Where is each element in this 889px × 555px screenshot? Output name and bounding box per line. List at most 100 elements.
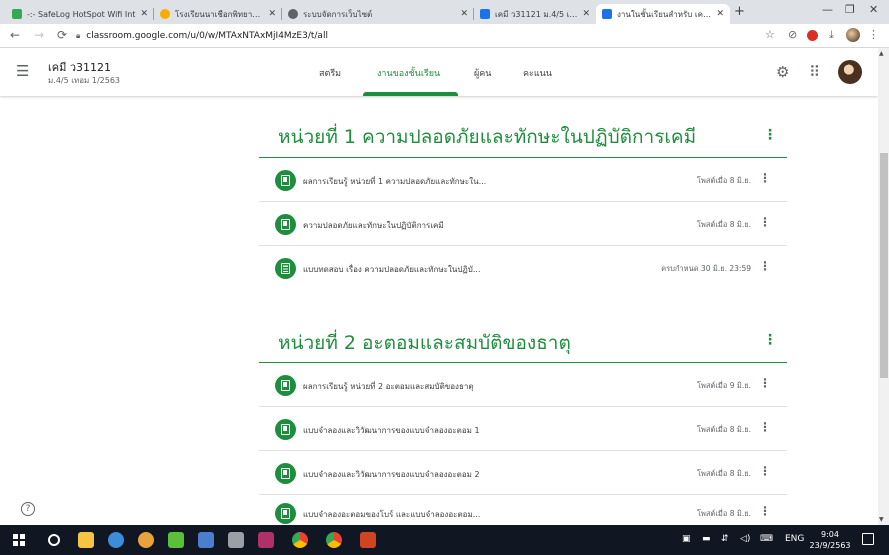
account-avatar[interactable] bbox=[838, 60, 862, 84]
keyboard-icon[interactable]: ⌨ bbox=[760, 534, 773, 544]
item-title: แบบจำลองและวิวัฒนาการของแบบจำลองอะตอม 1 bbox=[303, 426, 480, 435]
app-icon[interactable] bbox=[258, 532, 274, 548]
scroll-up-arrow-icon[interactable]: ▲ bbox=[879, 50, 884, 57]
browser-menu-icon[interactable]: ⋮ bbox=[868, 28, 879, 41]
extension-icon[interactable]: ⊘ bbox=[788, 28, 797, 41]
class-settings-gear-icon[interactable]: ⚙ bbox=[776, 63, 789, 81]
browser-tab-strip: -:- SafeLog HotSpot Wifi Int ✕ โรงเรียนน… bbox=[0, 0, 889, 24]
item-title: ผลการเรียนรู้ หน่วยที่ 2 อะตอมและสมบัติข… bbox=[303, 382, 474, 391]
material-icon bbox=[275, 214, 296, 235]
class-subtitle: ม.4/5 เทอม 1/2563 bbox=[48, 76, 121, 85]
material-icon bbox=[275, 463, 296, 484]
classwork-item[interactable]: ผลการเรียนรู้ หน่วยที่ 2 อะตอมและสมบัติข… bbox=[259, 363, 787, 407]
item-more-icon[interactable]: ⋮ bbox=[759, 215, 771, 229]
classwork-item[interactable]: แบบจำลองอะตอมของโบร์ และแบบจำลองอะตอม...… bbox=[259, 491, 787, 525]
powerpoint-icon[interactable] bbox=[360, 532, 376, 548]
item-title: แบบจำลองอะตอมของโบร์ และแบบจำลองอะตอม... bbox=[303, 510, 481, 519]
file-explorer-icon[interactable] bbox=[78, 532, 94, 548]
clock-date: 23/9/2563 bbox=[809, 541, 851, 550]
material-icon bbox=[275, 375, 296, 396]
tab-classwork[interactable]: งานของชั้นเรียน bbox=[377, 66, 440, 80]
item-more-icon[interactable]: ⋮ bbox=[759, 504, 771, 518]
browser-tab[interactable]: โรงเรียนนาเชือกพิทยาสรรค์ ✕ bbox=[154, 4, 282, 24]
browser-profile-avatar[interactable] bbox=[846, 28, 860, 42]
quiz-icon bbox=[275, 258, 296, 279]
volume-icon[interactable]: ◁) bbox=[740, 534, 750, 544]
notification-center-icon[interactable] bbox=[862, 533, 874, 545]
search-icon[interactable] bbox=[48, 534, 60, 546]
adblock-extension-icon[interactable] bbox=[807, 30, 818, 41]
new-tab-button[interactable]: + bbox=[734, 4, 745, 19]
windows-taskbar: ▣ ▬ ⇵ ◁) ⌨ ENG 9:04 23/9/2563 bbox=[0, 525, 889, 555]
back-icon[interactable]: ← bbox=[10, 28, 20, 42]
language-indicator[interactable]: ENG bbox=[785, 534, 804, 544]
item-more-icon[interactable]: ⋮ bbox=[759, 259, 771, 273]
tab-favicon bbox=[288, 9, 298, 19]
system-clock[interactable]: 9:04 23/9/2563 bbox=[808, 529, 852, 551]
classwork-item[interactable]: แบบทดสอบ เรื่อง ความปลอดภัยและทักษะในปฏิ… bbox=[259, 246, 787, 290]
chrome-icon[interactable] bbox=[292, 532, 308, 548]
address-bar[interactable]: 🔒︎ classroom.google.com/u/0/w/MTAxNTAxMj… bbox=[76, 27, 766, 45]
tab-grades[interactable]: คะแนน bbox=[523, 66, 552, 80]
tab-people[interactable]: ผู้คน bbox=[474, 66, 491, 80]
close-icon[interactable]: ✕ bbox=[716, 9, 724, 19]
classwork-item[interactable]: แบบจำลองและวิวัฒนาการของแบบจำลองอะตอม 1 … bbox=[259, 407, 787, 451]
close-window-icon[interactable]: ✕ bbox=[869, 3, 878, 16]
restore-icon[interactable]: ❐ bbox=[845, 3, 855, 16]
windows-start-icon[interactable] bbox=[13, 534, 25, 546]
topic-more-icon[interactable]: ⋮ bbox=[763, 127, 777, 143]
browser-tab-active[interactable]: งานในชั้นเรียนสำหรับ เคมี ว311 ✕ bbox=[596, 4, 730, 24]
topic-title: หน่วยที่ 1 ความปลอดภัยและทักษะในปฏิบัติก… bbox=[278, 126, 697, 148]
app-icon[interactable] bbox=[228, 532, 244, 548]
item-more-icon[interactable]: ⋮ bbox=[759, 464, 771, 478]
topic-more-icon[interactable]: ⋮ bbox=[763, 332, 777, 348]
tab-title: งานในชั้นเรียนสำหรับ เคมี ว311 bbox=[617, 9, 712, 19]
classwork-item[interactable]: ผลการเรียนรู้ หน่วยที่ 1 ความปลอดภัยและท… bbox=[259, 158, 787, 202]
tab-stream[interactable]: สตรีม bbox=[319, 66, 341, 80]
item-posted-date: โพสต์เมื่อ 8 มิ.ย. bbox=[696, 469, 751, 478]
close-icon[interactable]: ✕ bbox=[582, 9, 590, 19]
forward-icon[interactable]: → bbox=[34, 28, 44, 42]
browser-tab[interactable]: เคมี ว31121 ม.4/5 เทอม 1/25 ✕ bbox=[474, 4, 596, 24]
close-icon[interactable]: ✕ bbox=[460, 9, 468, 19]
main-menu-icon[interactable]: ☰ bbox=[16, 62, 29, 80]
app-icon[interactable] bbox=[108, 532, 124, 548]
url-text: classroom.google.com/u/0/w/MTAxNTAxMjI4M… bbox=[86, 31, 328, 41]
topic-title: หน่วยที่ 2 อะตอมและสมบัติของธาตุ bbox=[278, 332, 571, 354]
item-more-icon[interactable]: ⋮ bbox=[759, 171, 771, 185]
chrome-icon[interactable] bbox=[326, 532, 342, 548]
battery-icon[interactable]: ▬ bbox=[702, 534, 711, 544]
apps-grid-icon[interactable]: ⠿ bbox=[809, 63, 820, 81]
app-icon[interactable] bbox=[198, 532, 214, 548]
item-more-icon[interactable]: ⋮ bbox=[759, 420, 771, 434]
item-more-icon[interactable]: ⋮ bbox=[759, 376, 771, 390]
browser-tab[interactable]: -:- SafeLog HotSpot Wifi Int ✕ bbox=[6, 4, 154, 24]
tab-favicon bbox=[480, 9, 490, 19]
tab-title: เคมี ว31121 ม.4/5 เทอม 1/25 bbox=[495, 9, 578, 19]
material-icon bbox=[275, 170, 296, 191]
tab-title: โรงเรียนนาเชือกพิทยาสรรค์ bbox=[175, 9, 265, 19]
classroom-header: ☰ เคมี ว31121 ม.4/5 เทอม 1/2563 สตรีม งา… bbox=[0, 48, 878, 96]
item-posted-date: โพสต์เมื่อ 8 มิ.ย. bbox=[696, 425, 751, 434]
scrollbar-thumb[interactable] bbox=[880, 153, 888, 378]
item-posted-date: โพสต์เมื่อ 8 มิ.ย. bbox=[696, 176, 751, 185]
tab-title: ระบบจัดการเว็บไซต์ bbox=[303, 9, 373, 19]
app-icon[interactable] bbox=[138, 532, 154, 548]
classwork-item[interactable]: แบบจำลองและวิวัฒนาการของแบบจำลองอะตอม 2 … bbox=[259, 451, 787, 495]
tray-app-icon[interactable]: ▣ bbox=[682, 534, 691, 544]
minimize-icon[interactable]: — bbox=[822, 3, 833, 16]
close-icon[interactable]: ✕ bbox=[268, 9, 276, 19]
download-icon[interactable]: ⤓ bbox=[829, 28, 834, 42]
reload-icon[interactable]: ⟳ bbox=[57, 28, 67, 42]
item-posted-date: โพสต์เมื่อ 8 มิ.ย. bbox=[696, 220, 751, 229]
material-icon bbox=[275, 503, 296, 524]
browser-tab[interactable]: ระบบจัดการเว็บไซต์ ✕ bbox=[282, 4, 474, 24]
classwork-item[interactable]: ความปลอดภัยและทักษะในปฏิบัติการเคมี โพสต… bbox=[259, 202, 787, 246]
bookmark-star-icon[interactable]: ☆ bbox=[765, 28, 775, 41]
help-icon[interactable]: ? bbox=[21, 502, 35, 516]
network-icon[interactable]: ⇵ bbox=[721, 534, 729, 544]
scroll-down-arrow-icon[interactable]: ▼ bbox=[879, 516, 884, 523]
app-icon[interactable] bbox=[168, 532, 184, 548]
close-icon[interactable]: ✕ bbox=[140, 9, 148, 19]
tab-favicon bbox=[602, 9, 612, 19]
